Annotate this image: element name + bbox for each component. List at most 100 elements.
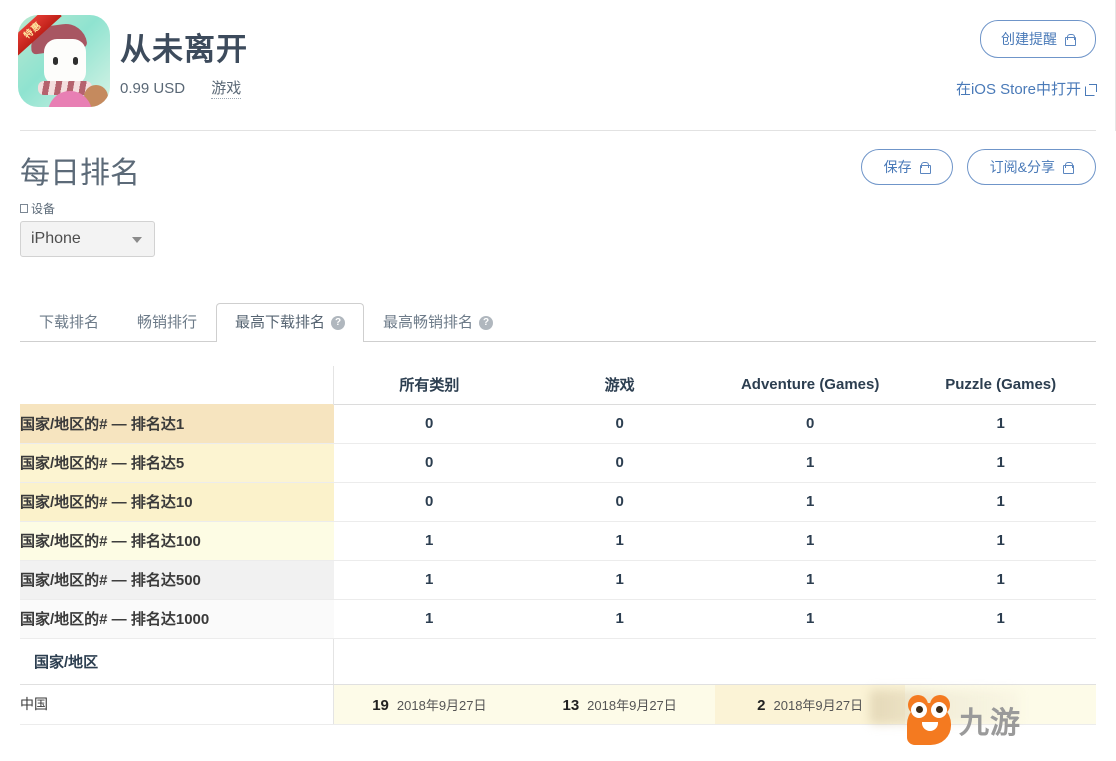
- external-link-icon: [1085, 84, 1097, 96]
- table-header: 所有类别 游戏 Adventure (Games) Puzzle (Games): [20, 366, 1096, 405]
- table-row: 国家/地区的# — 排名达1000 1 1 1 1: [20, 599, 1096, 639]
- app-meta: 0.99 USD 游戏: [120, 77, 242, 99]
- row-value: 1: [714, 443, 906, 483]
- tab-label: 下载排名: [39, 314, 100, 331]
- create-alert-label: 创建提醒: [1001, 31, 1057, 47]
- row-label: 国家/地区的# — 排名达10: [20, 482, 334, 522]
- create-alert-button[interactable]: 创建提醒: [980, 20, 1096, 58]
- save-button[interactable]: 保存: [860, 149, 953, 185]
- table-row: 国家/地区的# — 排名达100 1 1 1 1: [20, 521, 1096, 561]
- row-value: 1: [905, 560, 1096, 600]
- app-header: 特惠 从未离开 0.99 USD 游戏 创建提醒 在iOS Store中打开: [0, 0, 1116, 131]
- country-rank-cell: 13 2018年9月27日: [524, 684, 715, 725]
- help-icon[interactable]: ?: [331, 315, 346, 330]
- country-name: 中国: [20, 684, 335, 725]
- rank-number: 2: [757, 696, 766, 714]
- row-value: 1: [524, 560, 715, 600]
- row-label: 国家/地区的# — 排名达100: [20, 521, 334, 561]
- app-price: 0.99 USD: [120, 80, 186, 97]
- row-value: 0: [333, 404, 525, 444]
- country-header-label: 国家/地区: [20, 638, 335, 685]
- device-label-text: 设备: [31, 202, 56, 216]
- save-label: 保存: [883, 159, 912, 175]
- page-title: 每日排名: [20, 157, 140, 190]
- device-select-value: iPhone: [31, 230, 81, 247]
- country-section-header: 国家/地区: [20, 638, 1096, 685]
- device-select[interactable]: iPhone: [20, 221, 155, 257]
- row-label: 国家/地区的# — 排名达1000: [20, 599, 334, 639]
- tab-top-download-rank[interactable]: 最高下载排名 ?: [216, 303, 365, 343]
- rank-date: 2018年9月27日: [587, 697, 677, 713]
- tab-label: 最高下载排名: [235, 314, 326, 331]
- table-body: 国家/地区的# — 排名达1 0 0 0 1 国家/地区的# — 排名达5 0 …: [20, 404, 1096, 725]
- row-value: 0: [333, 443, 525, 483]
- tab-label: 最高畅销排名: [383, 314, 474, 331]
- country-header-spacer: [714, 638, 906, 685]
- table-row: 国家/地区的# — 排名达1 0 0 0 1: [20, 404, 1096, 444]
- rank-number: 13: [562, 696, 580, 714]
- section-actions: 保存 订阅&分享: [860, 149, 1096, 185]
- row-value: 1: [333, 521, 525, 561]
- row-value: 0: [333, 482, 525, 522]
- country-row: 中国 19 2018年9月27日 13 2018年9月27日 2 2018年9月27日: [20, 684, 1096, 725]
- table-row: 国家/地区的# — 排名达10 0 0 1 1: [20, 482, 1096, 522]
- open-in-ios-store-label: 在iOS Store中打开: [955, 81, 1081, 98]
- rankings-table: 所有类别 游戏 Adventure (Games) Puzzle (Games)…: [20, 366, 1096, 725]
- app-category[interactable]: 游戏: [211, 77, 242, 99]
- row-label: 国家/地区的# — 排名达1: [20, 404, 334, 444]
- row-label: 国家/地区的# — 排名达5: [20, 443, 334, 483]
- app-title: 从未离开: [120, 32, 248, 67]
- row-value: 1: [714, 482, 906, 522]
- column-header-puzzle: Puzzle (Games): [905, 366, 1096, 405]
- row-value: 0: [524, 443, 715, 483]
- row-value: 1: [905, 443, 1096, 483]
- rank-number: 19: [372, 696, 389, 714]
- country-header-spacer: [524, 638, 715, 685]
- row-value: 1: [333, 560, 525, 600]
- header-actions: 创建提醒: [980, 20, 1096, 58]
- open-in-ios-store-link[interactable]: 在iOS Store中打开: [955, 78, 1097, 99]
- tab-top-grossing-rank[interactable]: 最高畅销排名 ?: [364, 303, 512, 342]
- country-header-spacer: [905, 638, 1096, 685]
- tab-grossing-rank[interactable]: 畅销排行: [118, 303, 216, 342]
- row-value: 1: [714, 560, 906, 600]
- rank-date: 2018年9月27日: [773, 697, 864, 713]
- column-header-games: 游戏: [524, 366, 715, 405]
- table-row: 国家/地区的# — 排名达5 0 0 1 1: [20, 443, 1096, 483]
- tab-download-rank[interactable]: 下载排名: [20, 303, 118, 342]
- subscribe-share-button[interactable]: 订阅&分享: [966, 149, 1096, 185]
- table-row: 国家/地区的# — 排名达500 1 1 1 1: [20, 560, 1096, 600]
- row-label: 国家/地区的# — 排名达500: [20, 560, 334, 600]
- row-value: 1: [524, 599, 715, 639]
- tab-label: 畅销排行: [137, 314, 198, 331]
- lock-icon: [1064, 33, 1076, 46]
- table-corner-cell: [20, 366, 335, 404]
- row-value: 0: [524, 404, 715, 444]
- row-value: 1: [714, 599, 906, 639]
- chevron-down-icon: [132, 237, 142, 243]
- country-header-spacer: [333, 638, 525, 685]
- country-rank-cell: 2 2018年9月27日: [714, 684, 906, 725]
- row-value: 1: [905, 482, 1096, 522]
- row-value: 1: [524, 521, 715, 561]
- column-header-all-categories: 所有类别: [333, 366, 525, 405]
- app-icon-eye-left: [53, 57, 58, 65]
- row-value: 1: [333, 599, 525, 639]
- header-divider: [20, 130, 1096, 131]
- country-rank-cell: 19 2018年9月27日: [333, 684, 525, 725]
- lock-icon: [919, 161, 931, 174]
- checkbox-icon[interactable]: [20, 204, 28, 213]
- help-icon[interactable]: ?: [479, 315, 494, 330]
- row-value: 0: [524, 482, 715, 522]
- tab-bar: 下载排名 畅销排行 最高下载排名 ? 最高畅销排名 ?: [20, 296, 1096, 343]
- app-icon: 特惠: [18, 15, 110, 107]
- row-value: 1: [905, 404, 1096, 444]
- subscribe-share-label: 订阅&分享: [989, 159, 1055, 175]
- country-rank-cell: [905, 684, 1096, 725]
- app-page: 特惠 从未离开 0.99 USD 游戏 创建提醒 在iOS Store中打开 每…: [0, 0, 1116, 761]
- column-header-adventure: Adventure (Games): [714, 366, 906, 405]
- row-value: 1: [714, 521, 906, 561]
- row-value: 1: [905, 521, 1096, 561]
- device-filter: 设备 iPhone: [20, 200, 155, 257]
- app-icon-head: [44, 39, 86, 85]
